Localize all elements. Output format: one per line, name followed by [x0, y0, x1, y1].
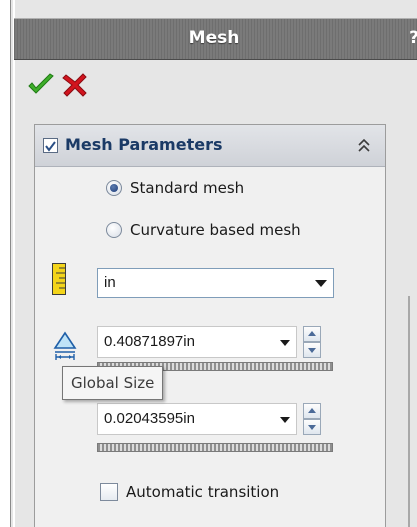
checkbox-check-icon [45, 141, 56, 152]
automatic-transition-row[interactable]: Automatic transition [100, 481, 279, 503]
global-size-icon [53, 331, 77, 360]
radio-curvature-mesh[interactable]: Curvature based mesh [106, 219, 301, 241]
group-title: Mesh Parameters [65, 135, 223, 154]
unit-select[interactable]: in [97, 268, 334, 298]
radio-button[interactable] [106, 222, 122, 238]
global-size-field[interactable]: 0.40871897in [97, 326, 333, 360]
tolerance-spinner[interactable] [303, 403, 321, 435]
global-size-input[interactable]: 0.40871897in [97, 326, 297, 358]
spin-down-button[interactable] [303, 342, 321, 358]
group-checkbox[interactable] [43, 138, 58, 153]
unit-value: in [104, 274, 116, 291]
help-icon[interactable]: ? [409, 28, 417, 48]
tolerance-slider[interactable] [97, 443, 333, 452]
divider [408, 296, 410, 527]
spin-up-button[interactable] [303, 403, 321, 419]
x-icon [62, 73, 87, 97]
radio-label: Standard mesh [130, 179, 245, 197]
global-size-value: 0.40871897in [104, 333, 195, 350]
radio-button[interactable] [106, 180, 122, 196]
collapse-icon[interactable] [357, 138, 371, 154]
automatic-transition-label: Automatic transition [126, 483, 280, 501]
checkmark-icon [28, 73, 54, 94]
dropdown-arrow-icon[interactable] [280, 417, 290, 423]
group-header[interactable]: Mesh Parameters [35, 125, 385, 167]
automatic-transition-checkbox[interactable] [100, 483, 118, 501]
dropdown-arrow-icon[interactable] [280, 340, 290, 346]
tolerance-field[interactable]: 0.02043595in [97, 403, 333, 437]
panel-title: Mesh [188, 28, 240, 48]
radio-standard-mesh[interactable]: Standard mesh [106, 177, 244, 199]
tolerance-value: 0.02043595in [104, 410, 195, 427]
spin-up-button[interactable] [303, 326, 321, 342]
ruler-icon [52, 263, 66, 295]
ok-button[interactable] [26, 70, 56, 100]
cancel-button[interactable] [60, 70, 90, 100]
global-size-spinner[interactable] [303, 326, 321, 358]
radio-label: Curvature based mesh [130, 221, 301, 239]
tooltip: Global Size [62, 366, 164, 400]
title-bar: Mesh ? [14, 18, 417, 60]
chevron-down-icon [315, 280, 327, 287]
spin-down-button[interactable] [303, 419, 321, 435]
tolerance-input[interactable]: 0.02043595in [97, 403, 297, 435]
